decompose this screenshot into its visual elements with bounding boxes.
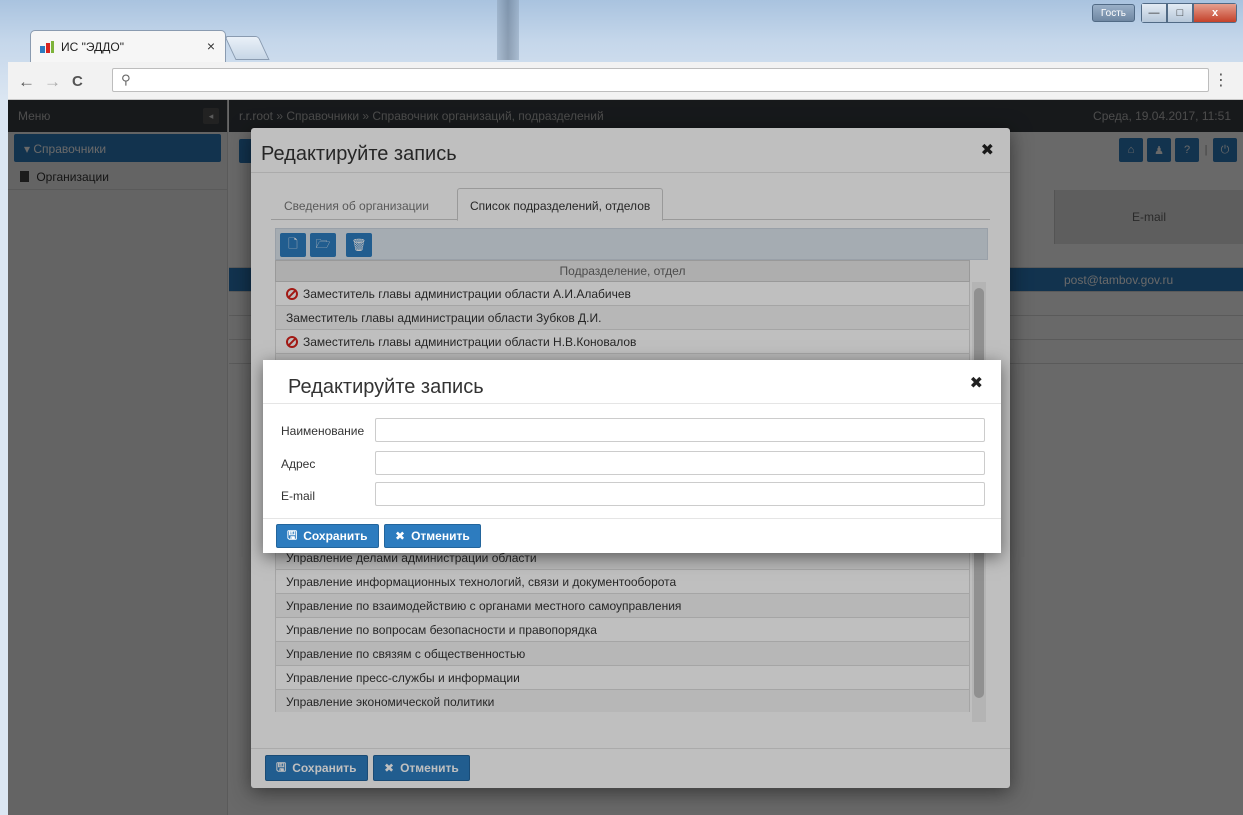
search-icon: ⚲ xyxy=(121,72,131,87)
cancel-label: Отменить xyxy=(411,529,470,543)
guest-profile-button[interactable]: Гость xyxy=(1091,4,1135,22)
tab-title: ИС "ЭДДО" xyxy=(61,40,124,54)
minimize-icon[interactable]: — xyxy=(1141,3,1167,23)
browser-menu-icon[interactable]: ⋮ xyxy=(1213,70,1229,90)
app-area: Меню ◂ ▾ Справочники Организации r.r.roo… xyxy=(8,100,1243,815)
favicon-icon xyxy=(40,41,54,53)
inner-edit-modal: Редактируйте запись ✖ Наименование Адрес… xyxy=(263,360,1001,553)
address-label: Адрес xyxy=(281,457,316,471)
divider xyxy=(263,518,1001,519)
cancel-button[interactable]: ✖ Отменить xyxy=(384,524,481,548)
address-field[interactable] xyxy=(375,451,985,475)
cancel-icon: ✖ xyxy=(395,529,406,543)
tab-strip: ИС "ЭДДО" × Гость — □ x xyxy=(0,0,1243,64)
back-icon[interactable]: ← xyxy=(18,72,35,92)
save-icon: 🖫 xyxy=(287,527,298,542)
address-bar[interactable]: ⚲ xyxy=(112,68,1209,92)
save-label: Сохранить xyxy=(303,529,368,543)
tab-close-icon[interactable]: × xyxy=(207,38,215,54)
reload-icon[interactable]: C xyxy=(72,73,83,90)
window-controls: Гость — □ x xyxy=(1091,2,1237,24)
email-label: E-mail xyxy=(281,489,316,503)
window-close-icon[interactable]: x xyxy=(1193,3,1237,23)
divider xyxy=(263,403,1001,404)
browser-tab[interactable]: ИС "ЭДДО" × xyxy=(30,30,226,64)
save-button[interactable]: 🖫 Сохранить xyxy=(276,524,379,548)
maximize-icon[interactable]: □ xyxy=(1167,3,1193,23)
forward-icon[interactable]: → xyxy=(44,72,61,92)
background-decoration xyxy=(497,0,519,60)
email-field[interactable] xyxy=(375,482,985,506)
name-label: Наименование xyxy=(281,424,365,438)
new-tab-button[interactable] xyxy=(224,36,270,60)
name-field[interactable] xyxy=(375,418,985,442)
close-icon[interactable]: ✖ xyxy=(970,373,983,393)
modal-title: Редактируйте запись xyxy=(288,376,484,398)
browser-toolbar: ← → C ⚲ ⋮ xyxy=(8,62,1243,100)
